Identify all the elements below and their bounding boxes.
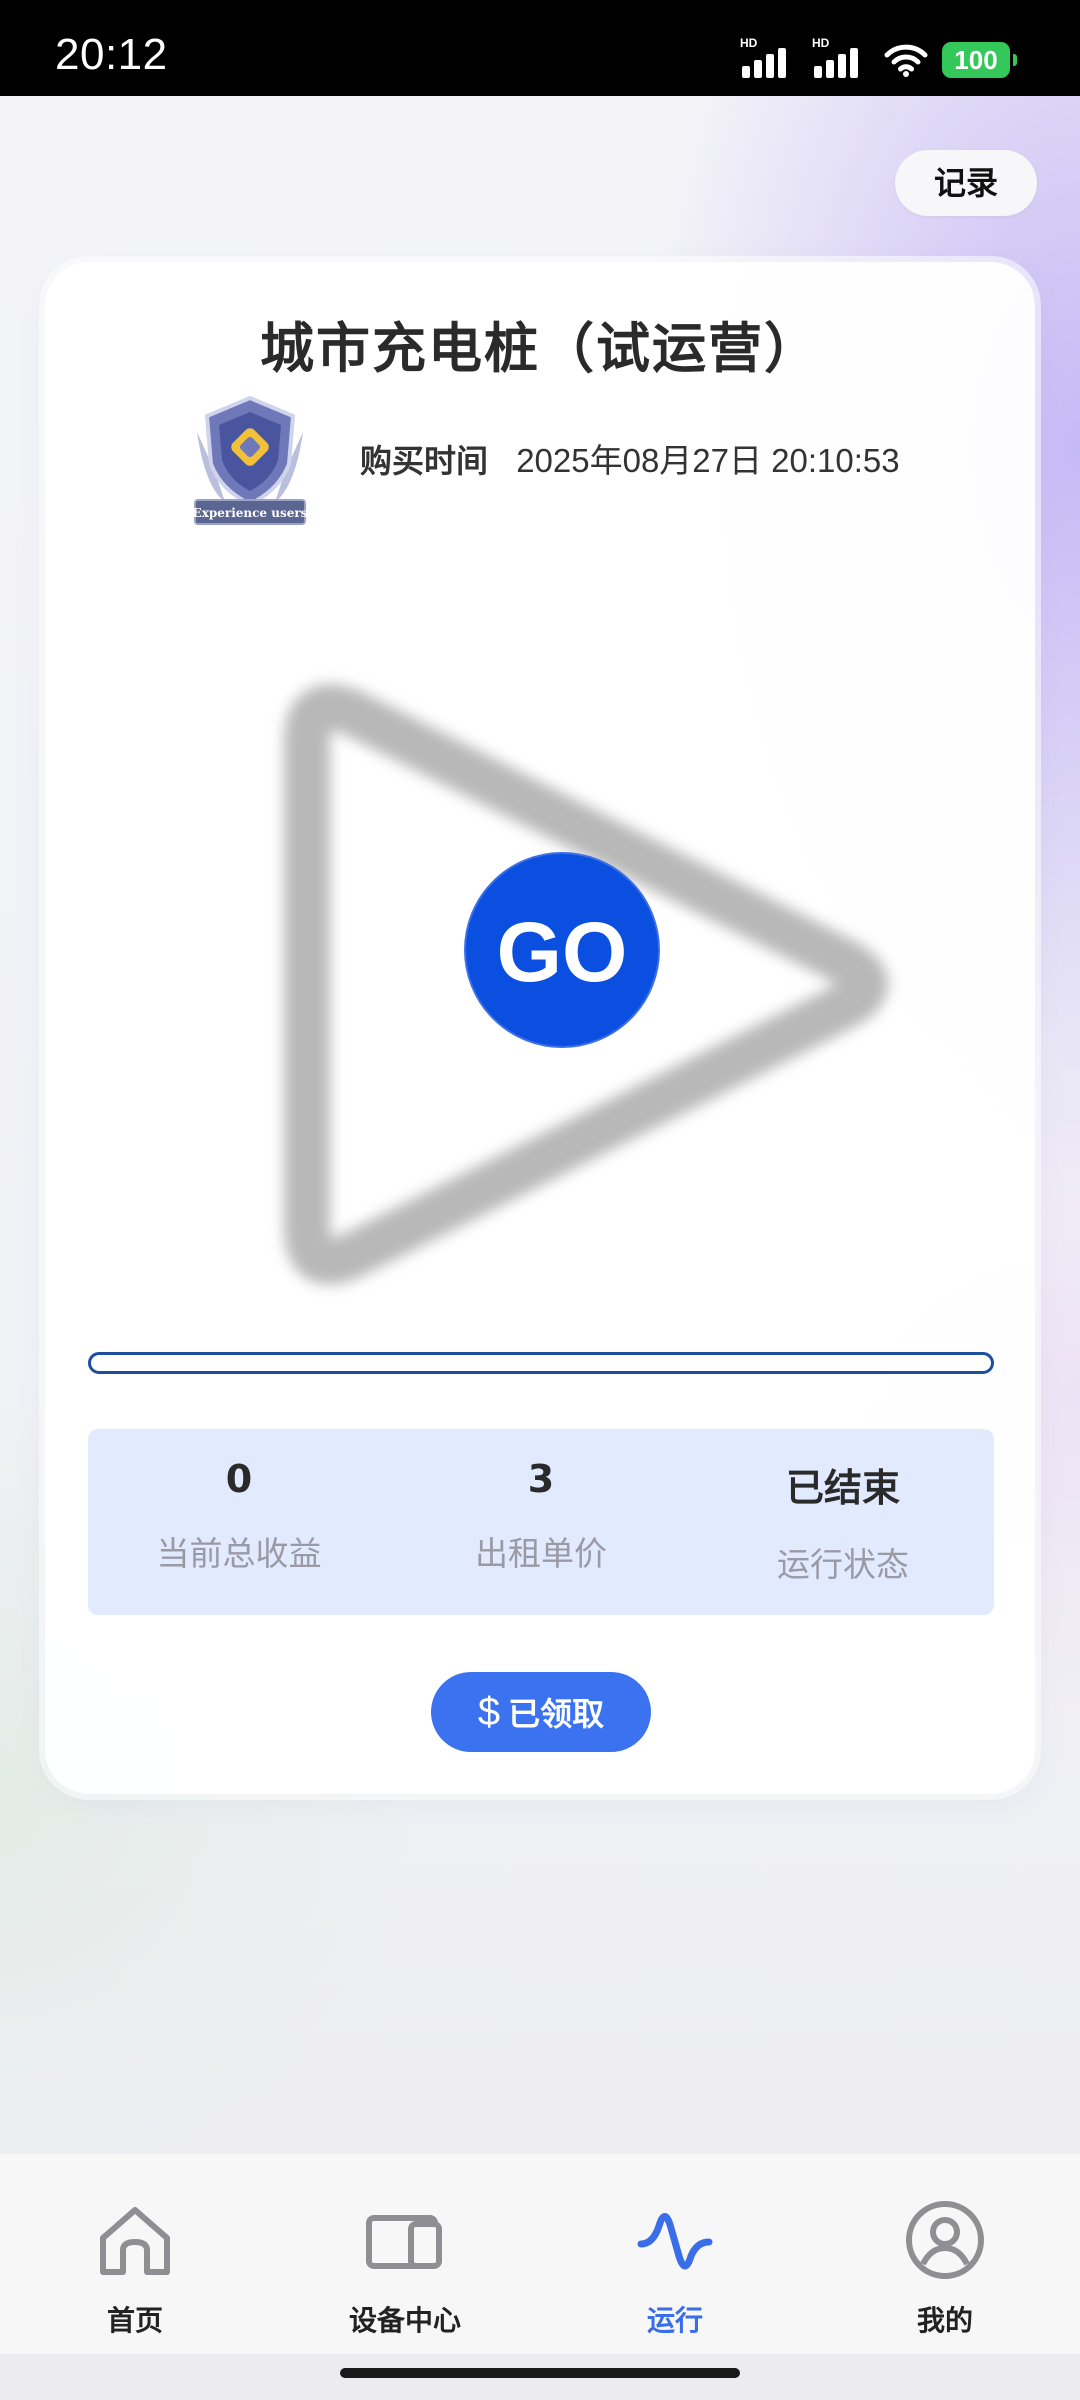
run-progress-bar — [88, 1352, 994, 1374]
go-button[interactable]: GO — [464, 852, 660, 1048]
experience-user-badge-icon: Experience users — [193, 395, 308, 525]
tab-running[interactable]: 运行 — [540, 2154, 810, 2354]
cellular-signal-2-icon: HD — [812, 36, 870, 80]
stat-run-status: 已结束 运行状态 — [692, 1429, 994, 1615]
purchase-time-value: 2025年08月27日 20:10:53 — [516, 442, 900, 479]
stat-value: 已结束 — [785, 1466, 900, 1510]
stat-value: 0 — [225, 1457, 253, 1501]
bottom-tab-bar: 首页 设备中心 运行 我的 — [0, 2154, 1080, 2354]
tab-label: 设备中心 — [348, 2304, 461, 2337]
tab-home[interactable]: 首页 — [0, 2154, 270, 2354]
wifi-icon — [884, 44, 928, 77]
stat-label: 当前总收益 — [156, 1534, 322, 1573]
devices-icon — [366, 2215, 442, 2269]
home-icon — [100, 2207, 170, 2275]
badge-text: Experience users — [193, 506, 308, 520]
stat-unit-price: 3 出租单价 — [390, 1429, 692, 1615]
stats-panel: 0 当前总收益 3 出租单价 已结束 运行状态 — [88, 1429, 994, 1615]
status-icons: HD HD 100 — [740, 36, 1017, 80]
device-title: 城市充电桩（试运营） — [260, 317, 820, 380]
stat-label: 出租单价 — [475, 1534, 607, 1573]
status-bar: 20:12 HD HD 100 — [0, 0, 1080, 96]
purchase-info: 购买时间 2025年08月27日 20:10:53 — [360, 434, 900, 482]
cellular-signal-icon: HD — [740, 36, 798, 80]
tab-label: 首页 — [106, 2304, 163, 2337]
user-icon — [906, 2201, 984, 2279]
battery-icon: 100 — [942, 42, 1017, 78]
tab-device-center[interactable]: 设备中心 — [270, 2154, 540, 2354]
stat-label: 运行状态 — [777, 1545, 909, 1584]
dollar-icon: $ — [477, 1689, 501, 1734]
device-card: 城市充电桩（试运营） Experience users 购买时间 2025年08… — [45, 262, 1035, 1794]
claim-button[interactable]: $ 已领取 — [431, 1672, 651, 1752]
purchase-time-label: 购买时间 — [360, 442, 489, 480]
claim-button-label: 已领取 — [508, 1695, 605, 1733]
wave-icon — [637, 2213, 713, 2270]
tab-label: 运行 — [646, 2304, 703, 2337]
home-indicator-area — [0, 2354, 1080, 2400]
home-indicator[interactable] — [340, 2368, 740, 2378]
stat-value: 3 — [527, 1457, 555, 1501]
status-time: 20:12 — [55, 30, 168, 79]
stat-earnings: 0 当前总收益 — [88, 1429, 390, 1615]
record-button[interactable]: 记录 — [895, 150, 1037, 216]
tab-label: 我的 — [916, 2304, 973, 2337]
tab-mine[interactable]: 我的 — [810, 2154, 1080, 2354]
